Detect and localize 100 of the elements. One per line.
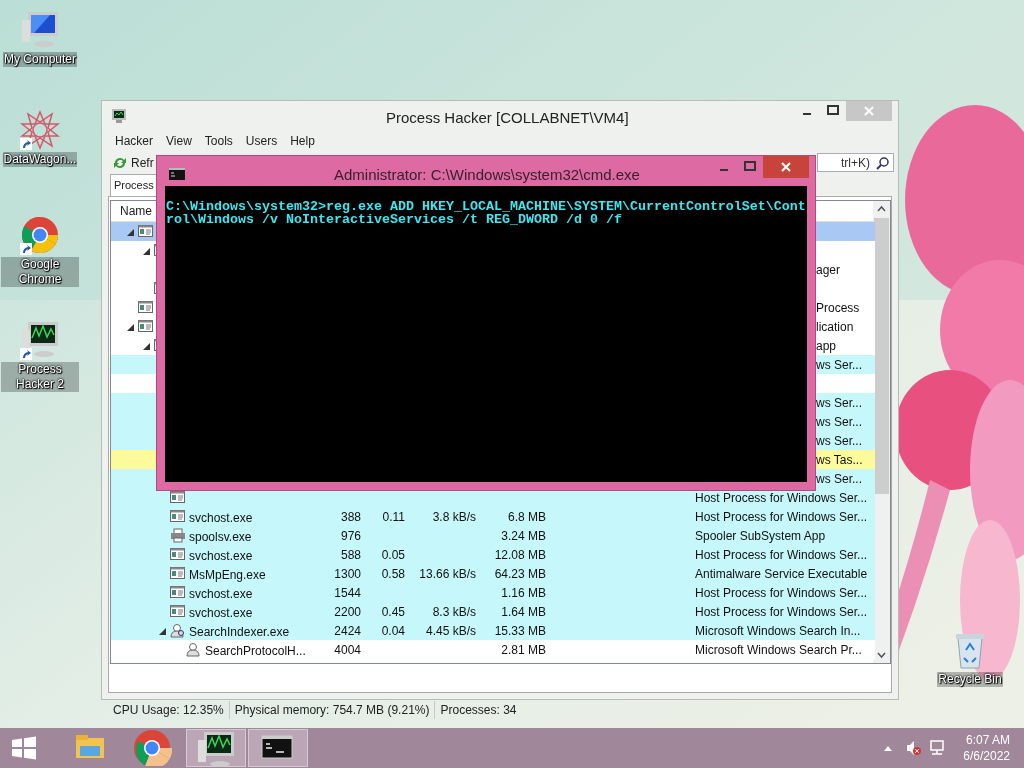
memory-cell: 12.08 MB	[494, 547, 546, 562]
console-icon	[169, 168, 185, 180]
start-icon[interactable]	[10, 736, 38, 760]
table-row[interactable]: svchost.exe 388 0.11 3.8 kB/s 6.8 MB Host Process for Windows Ser...	[111, 507, 875, 526]
monitor-icon	[196, 730, 236, 766]
description-cell: Host Process for Windows Ser...	[695, 585, 868, 600]
description-cell: ws Ser...	[816, 471, 862, 486]
expanded-arrow-icon[interactable]	[127, 324, 134, 331]
pid-cell: 2424	[334, 623, 361, 638]
io-rate-cell: 3.8 kB/s	[432, 509, 476, 524]
description-cell: ws Ser...	[816, 433, 862, 448]
memory-cell: 1.64 MB	[501, 604, 546, 619]
process-name: svchost.exe	[189, 586, 253, 603]
pid-cell: 1544	[334, 585, 361, 600]
column-header[interactable]: Name	[111, 202, 153, 220]
description-cell: Host Process for Windows Ser...	[695, 604, 868, 619]
window-icon	[170, 566, 185, 581]
status-text: CPU Usage: 12.35%	[108, 701, 230, 719]
chevron-up-icon[interactable]	[883, 744, 894, 752]
taskbar-button[interactable]	[248, 729, 308, 767]
window-title: Process Hacker [COLLABNET\VM4]	[386, 108, 629, 128]
star-icon[interactable]	[20, 110, 60, 150]
cpu-cell: 0.58	[381, 566, 405, 581]
io-rate-cell: 4.45 kB/s	[425, 623, 476, 638]
table-row[interactable]: spoolsv.exe 976 3.24 MB Spooler SubSystem App	[111, 526, 875, 545]
process-name: MsMpEng.exe	[189, 567, 266, 584]
monitor-icon[interactable]	[20, 320, 60, 360]
menu-item[interactable]: Users	[245, 132, 278, 150]
window-icon	[170, 509, 185, 524]
taskbar-button[interactable]	[186, 729, 246, 767]
pid-cell: 588	[340, 547, 361, 562]
description-cell: ws Ser...	[816, 357, 862, 372]
expanded-arrow-icon[interactable]	[143, 343, 150, 350]
search-placeholder: trl+K)	[841, 154, 870, 172]
description-cell: Microsoft Windows Search Pr...	[695, 642, 862, 657]
computer-icon[interactable]	[20, 10, 60, 50]
cpu-cell: 0.11	[382, 509, 405, 524]
status-text: Physical memory: 754.7 MB (9.21%)	[229, 701, 436, 719]
process-name: svchost.exe	[189, 510, 253, 527]
window-icon	[138, 224, 153, 239]
expanded-arrow-icon[interactable]	[127, 229, 134, 236]
table-row[interactable]: svchost.exe 2200 0.45 8.3 kB/s 1.64 MB Host Process for Windows Ser...	[111, 602, 875, 621]
network-icon[interactable]	[929, 740, 946, 756]
memory-cell: 1.16 MB	[501, 585, 546, 600]
pid-cell: 1300	[334, 566, 361, 581]
cpu-cell: 0.04	[381, 623, 405, 638]
io-rate-cell: 13.66 kB/s	[419, 566, 476, 581]
menu-item[interactable]: View	[166, 132, 192, 150]
table-row[interactable]: svchost.exe 588 0.05 12.08 MB Host Process for Windows Ser...	[111, 545, 875, 564]
menu-item[interactable]: Help	[290, 132, 315, 150]
table-row[interactable]: SearchIndexer.exe 2424 0.04 4.45 kB/s 15.33 MB Microsoft Windows Search In...	[111, 621, 875, 640]
cpu-cell: 0.05	[381, 547, 405, 562]
cpu-cell: 0.45	[381, 604, 405, 619]
menu-item[interactable]: Hacker	[115, 132, 153, 150]
description-cell: Host Process for Windows Ser...	[695, 547, 868, 562]
shortcut-arrow-icon	[20, 348, 32, 360]
memory-cell: 15.33 MB	[494, 623, 546, 638]
pid-cell: 2200	[334, 604, 361, 619]
expanded-arrow-icon[interactable]	[143, 248, 150, 255]
console-line: rol\Windows /v NoInteractiveServices /t REG_DWORD /d 0 /f	[166, 213, 623, 226]
description-cell: ws Ser...	[816, 414, 862, 429]
description-cell: Host Process for Windows Ser...	[695, 490, 868, 505]
description-cell: ws Tas...	[816, 452, 863, 467]
menu-item[interactable]: Tools	[204, 132, 233, 150]
table-row[interactable]: MsMpEng.exe 1300 0.58 13.66 kB/s 64.23 MB Antimalware Service Executable	[111, 564, 875, 583]
window-icon	[170, 490, 185, 505]
tab[interactable]: Process	[110, 174, 158, 196]
search-field[interactable]: trl+K)	[817, 153, 894, 172]
pid-cell: 388	[340, 509, 361, 524]
description-cell: ager	[816, 262, 841, 277]
window-icon	[170, 604, 185, 619]
memory-cell: 6.8 MB	[508, 509, 546, 524]
refresh-button[interactable]: Refr	[112, 153, 154, 172]
process-name: svchost.exe	[189, 605, 253, 622]
description-cell: Microsoft Windows Search In...	[695, 623, 861, 638]
memory-cell: 64.23 MB	[494, 566, 546, 581]
pid-cell: 976	[340, 528, 361, 543]
close-icon[interactable]	[763, 156, 809, 178]
description-cell: app	[816, 338, 837, 353]
user-icon	[186, 642, 201, 657]
search-icon[interactable]	[876, 155, 890, 170]
chrome-icon[interactable]	[20, 215, 60, 255]
process-name: SearchIndexer.exe	[189, 624, 290, 641]
description-cell: Spooler SubSystem App	[695, 528, 826, 543]
expanded-arrow-icon[interactable]	[159, 628, 166, 635]
description-cell: ws Ser...	[816, 395, 862, 410]
io-rate-cell: 8.3 kB/s	[432, 604, 476, 619]
chrome-icon	[134, 730, 174, 766]
console-line: C:\Windows\system32>reg.exe ADD HKEY_LOCAL_MACHINE\SYSTEM\CurrentControlSet\Cont	[166, 200, 807, 213]
table-row[interactable]: svchost.exe 1544 1.16 MB Host Process for Windows Ser...	[111, 583, 875, 602]
printer-icon	[170, 528, 185, 543]
speaker-muted-icon[interactable]	[905, 740, 922, 756]
memory-cell: 3.24 MB	[501, 528, 546, 543]
shortcut-arrow-icon	[20, 243, 32, 255]
description-cell: Antimalware Service Executable	[695, 566, 868, 581]
memory-cell: 2.81 MB	[501, 642, 546, 657]
user-search-icon	[170, 623, 185, 638]
pid-cell: 4004	[334, 642, 361, 657]
status-text: Processes: 34	[439, 702, 518, 719]
description-cell: lication	[816, 319, 854, 334]
